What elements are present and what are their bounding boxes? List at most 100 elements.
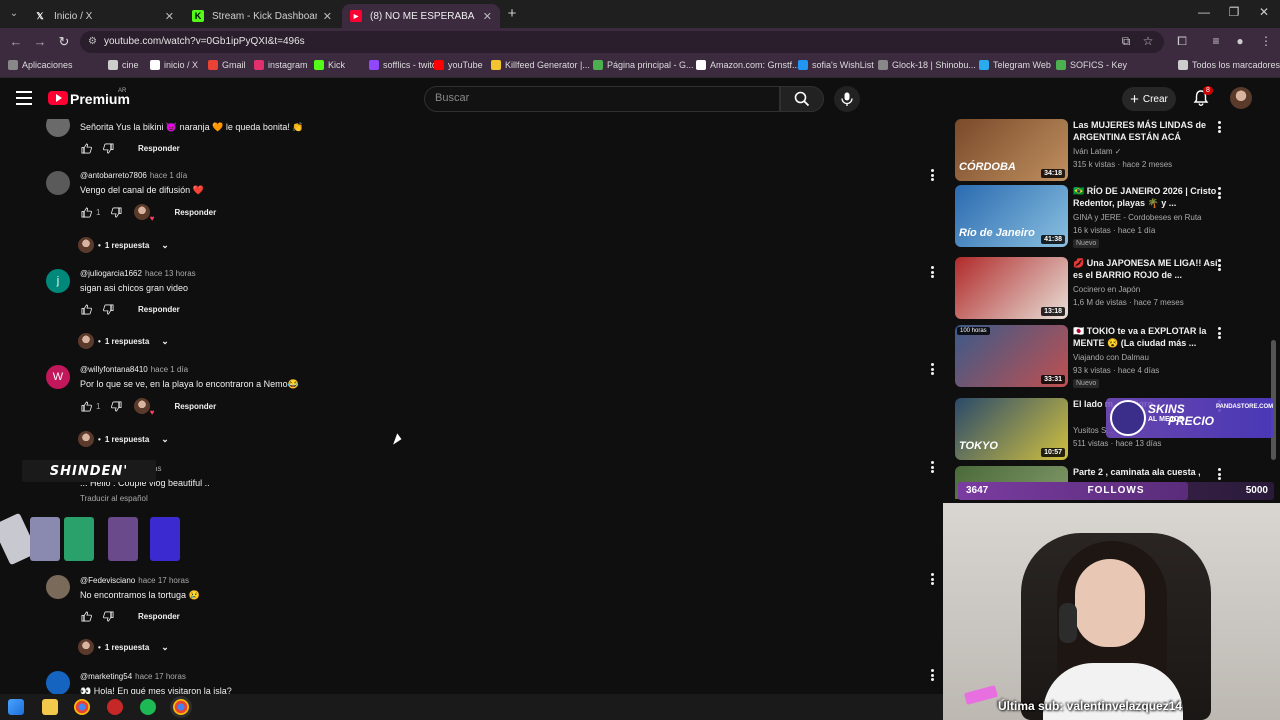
reply-button[interactable]: Responder <box>174 402 216 411</box>
comment-avatar[interactable] <box>46 671 70 694</box>
search-button[interactable] <box>780 86 824 112</box>
url-field[interactable]: ⚙ youtube.com/watch?v=0Gb1ipPyQXI&t=496s <box>80 31 1164 53</box>
bookmark-item[interactable]: Aplicaciones <box>8 60 73 70</box>
tab-kick-dashboard[interactable]: K Stream - Kick Dashboard ✕ <box>184 4 340 28</box>
comment-avatar[interactable]: j <box>46 269 70 293</box>
tab-youtube-video[interactable]: ▶ (8) NO ME ESPERABA ESTAS PL ✕ <box>342 4 500 28</box>
site-info-icon[interactable]: ⚙ <box>88 36 97 47</box>
video-channel[interactable]: Iván Latam ✓ <box>1073 147 1122 156</box>
video-title[interactable]: 💋 Una JAPONESA ME LIGA!! Así es el BARRI… <box>1073 257 1223 281</box>
bookmark-item[interactable]: Página principal - G... <box>593 60 694 70</box>
video-title[interactable]: Las MUJERES MÁS LINDAS de ARGENTINA ESTÁ… <box>1073 119 1223 143</box>
video-channel[interactable]: GINA y JERE - Cordobeses en Ruta <box>1073 213 1202 222</box>
video-title[interactable]: 🇧🇷 RÍO DE JANEIRO 2026 | Cristo Redentor… <box>1073 185 1223 209</box>
new-tab-button[interactable]: + <box>504 5 520 22</box>
comment-author[interactable]: @willyfontana8410 <box>80 365 148 374</box>
video-thumbnail[interactable]: TOKYO 10:57 <box>955 398 1068 460</box>
close-icon[interactable]: ✕ <box>323 10 332 23</box>
bookmark-item[interactable]: inicio / X <box>150 60 198 70</box>
search-input[interactable] <box>435 92 765 104</box>
bookmark-item[interactable]: instagram <box>254 60 308 70</box>
comment-author[interactable]: @juliogarcia1662 <box>80 269 142 278</box>
comment-time[interactable]: hace 17 horas <box>135 672 186 681</box>
voice-search-button[interactable] <box>834 86 860 112</box>
comment-more-icon[interactable] <box>926 265 938 279</box>
dislike-icon[interactable] <box>110 400 122 412</box>
comment-author[interactable]: @antobarreto7806 <box>80 171 147 180</box>
comment-avatar[interactable] <box>46 119 70 137</box>
dislike-icon[interactable] <box>102 303 114 315</box>
dislike-icon[interactable] <box>102 142 114 154</box>
close-icon[interactable]: ✕ <box>483 10 492 23</box>
comment-time[interactable]: hace 1 día <box>150 171 187 180</box>
profile-icon[interactable]: ● <box>1232 34 1248 48</box>
restore-icon[interactable]: ❐ <box>1224 5 1244 19</box>
bookmark-star-icon[interactable]: ☆ <box>1140 34 1156 48</box>
chrome-icon[interactable] <box>74 699 90 715</box>
like-icon[interactable] <box>80 400 92 412</box>
comment-more-icon[interactable] <box>926 362 938 376</box>
reload-icon[interactable]: ↻ <box>56 34 72 50</box>
bookmark-item[interactable]: SOFICS - Key <box>1056 60 1127 70</box>
video-more-icon[interactable] <box>1215 326 1223 340</box>
account-avatar[interactable] <box>1230 87 1252 109</box>
bookmark-item[interactable]: cine <box>108 60 139 70</box>
comment-author[interactable]: @Fedevisciano <box>80 576 135 585</box>
bookmark-item[interactable]: youTube <box>434 60 483 70</box>
forward-icon[interactable]: → <box>32 34 48 49</box>
bookmark-item[interactable]: Killfeed Generator |... <box>491 60 590 70</box>
youtube-logo-icon[interactable] <box>48 91 68 105</box>
bookmark-item[interactable]: sofflics - twitch <box>369 60 441 70</box>
bookmark-item[interactable]: Todos los marcadores <box>1178 60 1280 70</box>
video-more-icon[interactable] <box>1215 467 1223 481</box>
bookmark-item[interactable]: Amazon.com: Grnstf... <box>696 60 800 70</box>
bookmark-item[interactable]: Kick <box>314 60 345 70</box>
bookmark-item[interactable]: Glock-18 | Shinobu... <box>878 60 976 70</box>
video-thumbnail[interactable]: 13:18 <box>955 257 1068 319</box>
extensions-icon[interactable]: ⧠ <box>1174 34 1190 49</box>
comment-time[interactable]: hace 1 día <box>151 365 188 374</box>
comment-avatar[interactable]: W <box>46 365 70 389</box>
reply-button[interactable]: Responder <box>138 612 180 621</box>
minimize-icon[interactable]: — <box>1194 5 1214 19</box>
like-icon[interactable] <box>80 206 92 218</box>
comment-avatar[interactable] <box>46 171 70 195</box>
video-channel[interactable]: Cocinero en Japón <box>1073 285 1140 294</box>
back-icon[interactable]: ← <box>8 34 24 49</box>
media-icon[interactable]: ≡ <box>1208 34 1224 48</box>
tab-inicio-x[interactable]: 𝕏 Inicio / X ✕ <box>26 4 182 28</box>
dislike-icon[interactable] <box>102 610 114 622</box>
hamburger-menu-icon[interactable] <box>16 91 32 105</box>
comment-more-icon[interactable] <box>926 668 938 682</box>
comment-time[interactable]: hace 13 horas <box>145 269 196 278</box>
view-replies-button[interactable]: • 1 respuesta ⌄ <box>78 431 169 447</box>
comment-more-icon[interactable] <box>926 460 938 474</box>
video-thumbnail[interactable]: 100 horas 33:31 <box>955 325 1068 387</box>
like-icon[interactable] <box>80 610 92 622</box>
video-more-icon[interactable] <box>1215 258 1223 272</box>
video-channel[interactable]: Viajando con Dalmau <box>1073 353 1149 362</box>
video-thumbnail[interactable]: CÓRDOBA 34:18 <box>955 119 1068 181</box>
comment-time[interactable]: hace 17 horas <box>138 576 189 585</box>
video-more-icon[interactable] <box>1215 186 1223 200</box>
reply-button[interactable]: Responder <box>138 144 180 153</box>
like-icon[interactable] <box>80 142 92 154</box>
view-replies-button[interactable]: • 1 respuesta ⌄ <box>78 237 169 253</box>
bookmark-item[interactable]: sofia's WishList <box>798 60 874 70</box>
windows-start-icon[interactable] <box>8 699 24 715</box>
comment-more-icon[interactable] <box>926 168 938 182</box>
like-icon[interactable] <box>80 303 92 315</box>
comment-more-icon[interactable] <box>926 572 938 586</box>
view-replies-button[interactable]: • 1 respuesta ⌄ <box>78 639 169 655</box>
create-button[interactable]: + Crear <box>1122 87 1176 111</box>
app-icon[interactable] <box>107 699 123 715</box>
video-more-icon[interactable] <box>1215 120 1223 134</box>
close-window-icon[interactable]: ✕ <box>1254 5 1274 19</box>
cast-icon[interactable]: ⧉ <box>1118 34 1134 49</box>
more-vert-icon[interactable]: ⋮ <box>1258 34 1274 48</box>
bookmark-item[interactable]: Telegram Web <box>979 60 1051 70</box>
spotify-icon[interactable] <box>140 699 156 715</box>
reply-button[interactable]: Responder <box>138 305 180 314</box>
comment-avatar[interactable] <box>46 575 70 599</box>
dislike-icon[interactable] <box>110 206 122 218</box>
